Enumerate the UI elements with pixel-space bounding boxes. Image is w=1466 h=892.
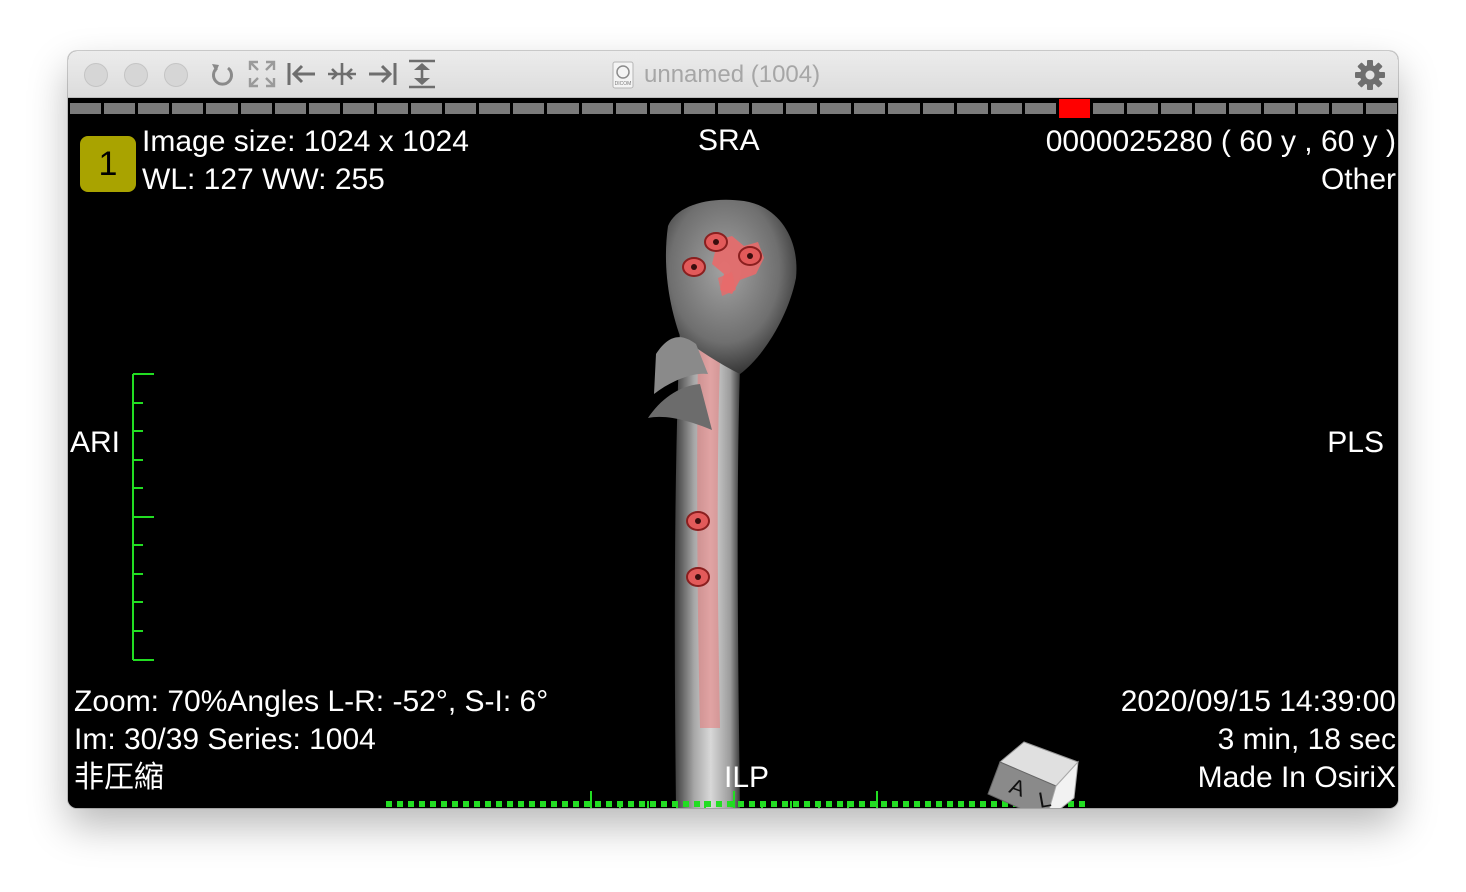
- dotted-position-line: [386, 801, 1086, 807]
- progress-segment[interactable]: [342, 103, 374, 114]
- study-datetime-label: 2020/09/15 14:39:00: [1120, 685, 1396, 718]
- left-orientation-label: ARI: [70, 426, 121, 459]
- image-progress-bar[interactable]: [68, 98, 1398, 118]
- vertical-scale-bar: [132, 373, 154, 661]
- progress-segment[interactable]: [445, 103, 477, 114]
- progress-segment[interactable]: [1229, 103, 1261, 114]
- progress-segment[interactable]: [820, 103, 852, 114]
- progress-segment[interactable]: [1195, 103, 1227, 114]
- gear-icon[interactable]: [1354, 59, 1386, 91]
- center-image-button[interactable]: [326, 59, 358, 89]
- progress-segment[interactable]: [854, 103, 886, 114]
- progress-segment[interactable]: [104, 103, 136, 114]
- zoom-window-button[interactable]: [164, 63, 188, 87]
- image-viewport[interactable]: 1 Image size: 1024 x 1024 WL: 127 WW: 25…: [68, 118, 1398, 808]
- bottom-orientation-label: ILP: [724, 761, 770, 794]
- window-title: DICOM unnamed (1004): [612, 60, 820, 90]
- progress-segment[interactable]: [615, 103, 647, 114]
- progress-segment[interactable]: [1365, 103, 1397, 114]
- window-level-label: WL: 127 WW: 255: [142, 163, 385, 196]
- progress-segment[interactable]: [1263, 103, 1295, 114]
- progress-segment[interactable]: [683, 103, 715, 114]
- duration-label: 3 min, 18 sec: [1217, 723, 1396, 756]
- progress-segment[interactable]: [990, 103, 1022, 114]
- made-in-label: Made In OsiriX: [1197, 761, 1396, 794]
- image-size-label: Image size: 1024 x 1024: [142, 125, 469, 158]
- progress-segment[interactable]: [1297, 103, 1329, 114]
- progress-segment[interactable]: [308, 103, 340, 114]
- progress-segment[interactable]: [888, 103, 920, 114]
- last-image-button[interactable]: [366, 59, 398, 89]
- svg-text:DICOM: DICOM: [615, 81, 632, 87]
- progress-segment[interactable]: [172, 103, 204, 114]
- dicom-document-icon: DICOM: [612, 61, 634, 89]
- progress-segment[interactable]: [786, 103, 818, 114]
- progress-segment[interactable]: [206, 103, 238, 114]
- progress-segment-current[interactable]: [1058, 99, 1091, 118]
- progress-segment[interactable]: [922, 103, 954, 114]
- progress-segment[interactable]: [1093, 103, 1125, 114]
- patient-info-label: 0000025280 ( 60 y , 60 y ): [1045, 125, 1396, 158]
- progress-segment[interactable]: [70, 103, 102, 114]
- progress-segment[interactable]: [1024, 103, 1056, 114]
- progress-segment[interactable]: [1161, 103, 1193, 114]
- compression-label: 非圧縮: [74, 761, 164, 794]
- first-image-icon: [287, 63, 315, 85]
- title-bar: DICOM unnamed (1004): [68, 51, 1398, 98]
- top-orientation-label: SRA: [698, 124, 760, 157]
- progress-segment[interactable]: [717, 103, 750, 114]
- progress-segment[interactable]: [513, 103, 545, 114]
- window-title-text: unnamed (1004): [644, 61, 821, 88]
- modality-label: Other: [1320, 163, 1396, 196]
- zoom-angles-label: Zoom: 70%Angles L-R: -52°, S-I: 6°: [74, 685, 549, 718]
- center-icon: [328, 63, 356, 85]
- viewer-window: DICOM unnamed (1004) 1 Image size: 1024 …: [68, 51, 1398, 808]
- viewport-number-badge: 1: [80, 136, 136, 192]
- progress-segment[interactable]: [956, 103, 988, 114]
- progress-segment[interactable]: [411, 103, 443, 114]
- progress-segment[interactable]: [1127, 103, 1159, 114]
- right-orientation-label: PLS: [1327, 426, 1384, 459]
- reset-rotation-button[interactable]: [206, 59, 238, 89]
- progress-segment[interactable]: [274, 103, 306, 114]
- fullscreen-icon: [248, 60, 276, 88]
- stack-button[interactable]: [406, 59, 438, 89]
- progress-segment[interactable]: [240, 103, 272, 114]
- progress-segment[interactable]: [479, 103, 511, 114]
- progress-segment[interactable]: [752, 103, 784, 114]
- stack-icon: [409, 59, 435, 89]
- minimize-window-button[interactable]: [124, 63, 148, 87]
- first-image-button[interactable]: [286, 59, 318, 89]
- progress-segment[interactable]: [581, 103, 613, 114]
- orientation-cube[interactable]: A L: [986, 732, 1086, 808]
- progress-segment[interactable]: [547, 103, 579, 114]
- progress-segment[interactable]: [649, 103, 681, 114]
- last-image-icon: [369, 63, 397, 85]
- fullscreen-button[interactable]: [246, 59, 278, 89]
- progress-segment[interactable]: [138, 103, 170, 114]
- progress-segment[interactable]: [1331, 103, 1363, 114]
- image-series-label: Im: 30/39 Series: 1004: [74, 723, 376, 756]
- close-window-button[interactable]: [84, 63, 108, 87]
- reset-rotation-icon: [212, 64, 233, 86]
- progress-segment[interactable]: [376, 103, 409, 114]
